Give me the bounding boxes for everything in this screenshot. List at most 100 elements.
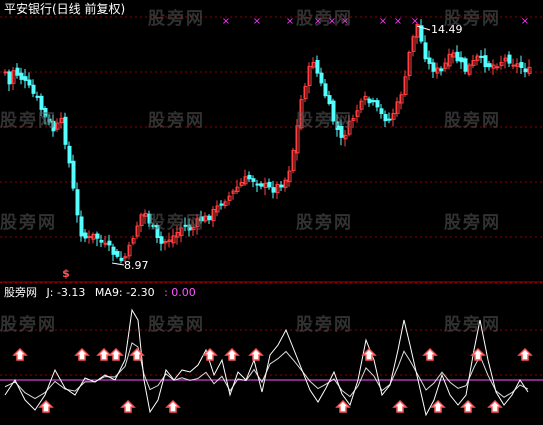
candle-body (71, 160, 76, 189)
watermark-3: 股旁网 (444, 9, 501, 29)
signal-cross: × (394, 16, 402, 27)
buy-arrow-down-row (335, 399, 351, 413)
j-value-label: J: -3.13 (46, 286, 86, 299)
candle-body (271, 187, 276, 193)
watermark-10: 股旁网 (296, 213, 353, 233)
candle-body (367, 98, 372, 104)
signal-cross: × (286, 16, 294, 27)
candle-body (487, 63, 492, 68)
watermark-12: 股旁网 (0, 315, 57, 335)
watermark-14: 股旁网 (296, 315, 353, 335)
buy-arrow-down-row (392, 399, 408, 413)
candle-body (519, 62, 524, 68)
candle-body (19, 72, 24, 80)
watermark-9: 股旁网 (148, 213, 205, 233)
low-price-label: 8.97 (124, 259, 149, 272)
watermark-4: 股旁网 (0, 111, 57, 131)
signal-cross: × (222, 16, 230, 27)
buy-arrow-up (108, 347, 124, 361)
signal-cross: × (411, 16, 419, 27)
candle-body (371, 100, 376, 103)
candle-body (483, 55, 488, 68)
candle-body (387, 118, 392, 121)
candle-body (95, 233, 100, 239)
candle-body (423, 42, 428, 60)
candle-body (259, 183, 264, 187)
buy-arrow-down-row (460, 399, 476, 413)
candle-body (115, 251, 120, 257)
candle-body (67, 145, 72, 164)
candle-body (23, 76, 28, 81)
candle-body (75, 189, 80, 216)
candle-body (267, 181, 272, 188)
candle-body (247, 174, 252, 180)
candle-body (15, 67, 20, 76)
candle-body (35, 95, 40, 98)
candle-body (79, 216, 84, 237)
candle-body (319, 72, 324, 84)
candle-body (219, 203, 224, 206)
candle-body (523, 68, 528, 73)
candle-body (315, 59, 320, 74)
candle-body (83, 232, 88, 239)
candle-body (323, 83, 328, 97)
buy-arrow-down-row (165, 399, 181, 413)
candle-body (103, 242, 108, 245)
watermark-15: 股旁网 (444, 315, 501, 335)
candle-body (3, 71, 8, 74)
candle-body (463, 58, 468, 72)
candle-body (7, 71, 12, 85)
candle-body (479, 55, 484, 58)
buy-arrow-up (96, 347, 112, 361)
candle-body (119, 257, 124, 262)
candle-body (107, 240, 112, 246)
chart-window: × × × × × × × × × × $ 平安银行(日线 前复权) 股旁网 J: -3.13 MA… (0, 0, 543, 425)
buy-arrow-down-row (487, 399, 503, 413)
candle-body (111, 246, 116, 255)
low-pointer (111, 262, 125, 266)
candle-body (279, 184, 284, 188)
candle-body (207, 215, 212, 221)
candle-body (383, 114, 388, 122)
watermark-7: 股旁网 (444, 111, 501, 131)
signal-cross: × (253, 16, 261, 27)
signal-cross: × (379, 16, 387, 27)
candle-body (439, 68, 444, 72)
watermark-13: 股旁网 (148, 315, 205, 335)
candle-body (455, 51, 460, 62)
indicator-name: 股旁网 (4, 286, 37, 299)
buy-arrow-up (74, 347, 90, 361)
candle-body (431, 62, 436, 72)
candle-body (255, 183, 260, 186)
signal-cross: × (521, 16, 529, 27)
buy-arrow-up (517, 347, 533, 361)
candle-body (427, 57, 432, 64)
buy-arrow-up (12, 347, 28, 361)
candle-body (495, 66, 500, 69)
candle-body (379, 108, 384, 114)
buy-arrow-up (248, 347, 264, 361)
low-signal-mark: $ (62, 267, 70, 280)
watermark-1: 股旁网 (148, 9, 205, 29)
zero-value-label: : 0.00 (164, 286, 196, 299)
candle-body (27, 79, 32, 86)
candle-body (375, 100, 380, 108)
candle-body (327, 95, 332, 105)
candle-body (63, 116, 68, 145)
candle-body (99, 239, 104, 243)
buy-arrow-down-row (120, 399, 136, 413)
candle-body (511, 64, 516, 67)
buy-arrow-up (422, 347, 438, 361)
candle-body (459, 57, 464, 63)
buy-arrow-down-row (38, 399, 54, 413)
watermark-11: 股旁网 (444, 213, 501, 233)
candle-body (251, 178, 256, 182)
watermark-5: 股旁网 (148, 111, 205, 131)
watermark-2: 股旁网 (296, 9, 353, 29)
candle-body (31, 84, 36, 94)
candle-body (87, 235, 92, 238)
candle-body (507, 54, 512, 64)
chart-title: 平安银行(日线 前复权) (4, 2, 126, 16)
candle-body (159, 236, 164, 244)
buy-arrow-down-row (430, 399, 446, 413)
